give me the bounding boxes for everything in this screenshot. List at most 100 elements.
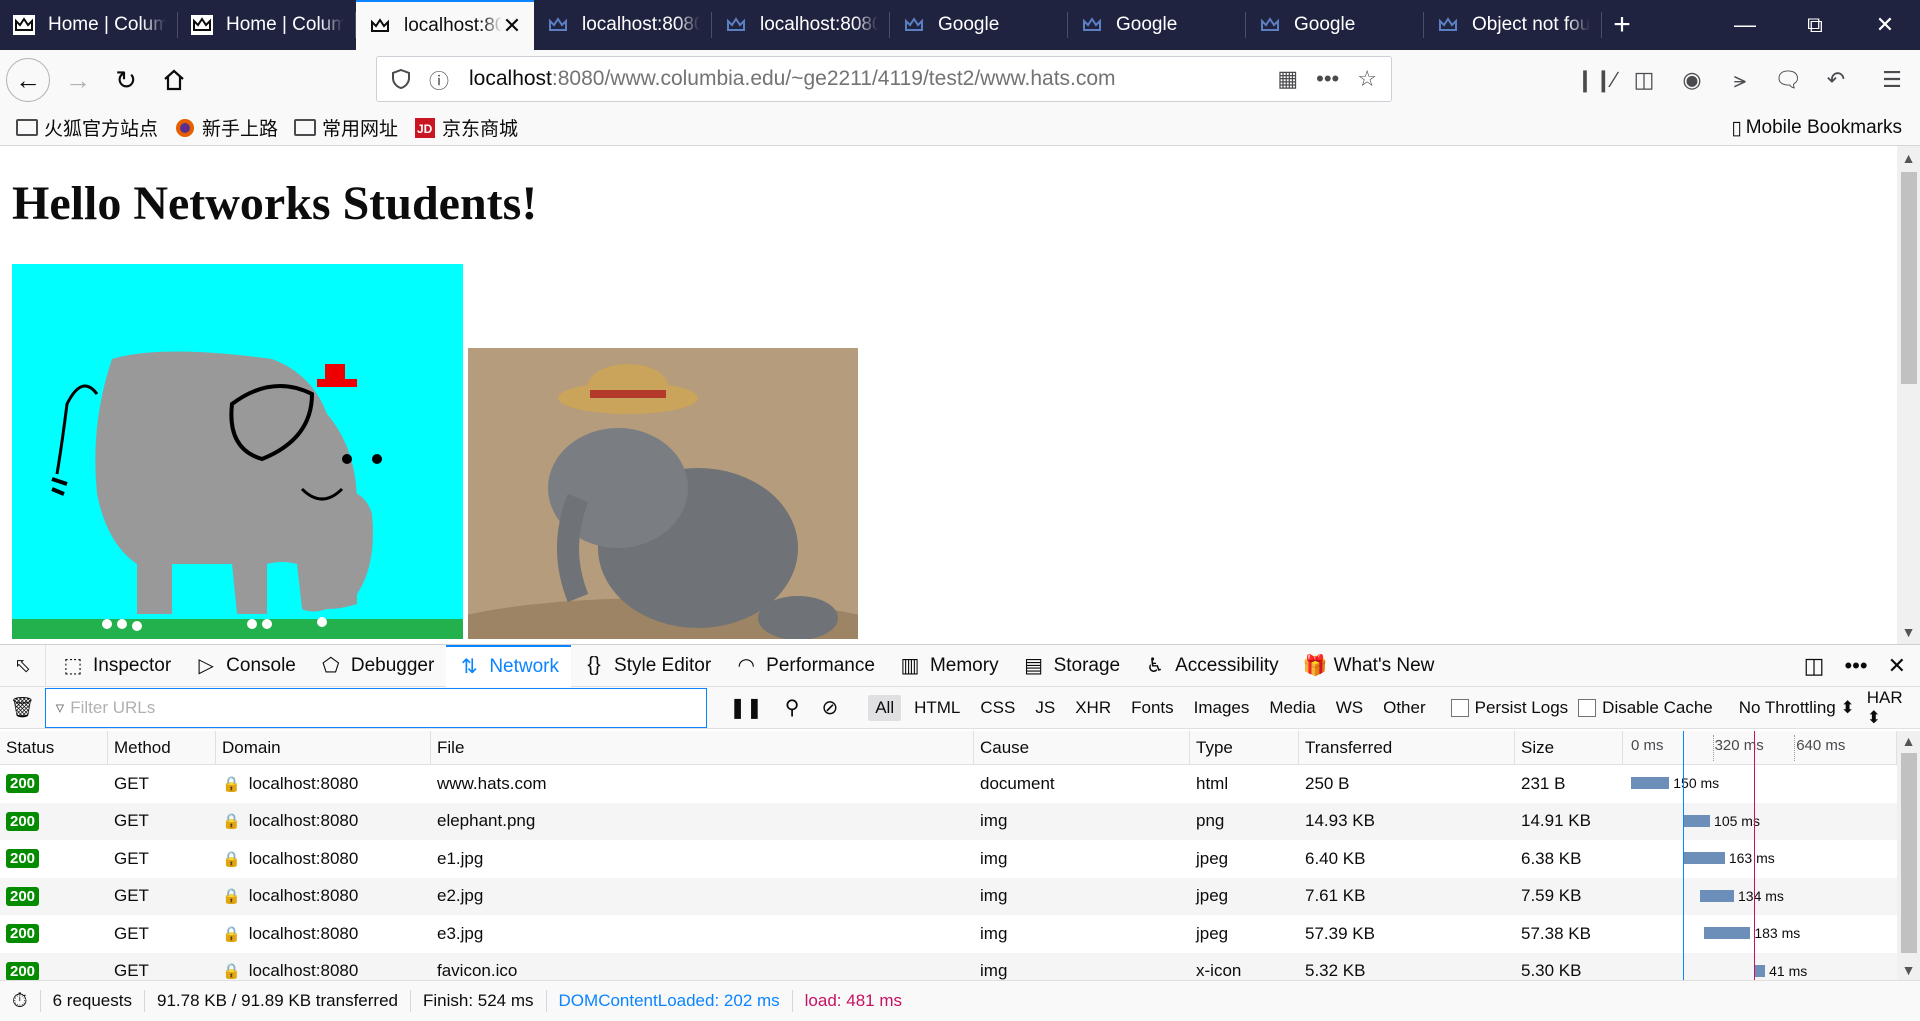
search-icon[interactable]: ⚲ [785, 695, 800, 720]
browser-tab[interactable]: Object not fou [1424, 0, 1602, 50]
page-actions-icon[interactable]: ••• [1316, 66, 1339, 92]
url-text[interactable]: localhost:8080/www.columbia.edu/~ge2211/… [469, 67, 1116, 91]
browser-tab[interactable]: localhost:8080 [534, 0, 712, 50]
scroll-down-icon[interactable]: ▼ [1897, 962, 1920, 978]
responsive-design-icon[interactable]: ◫ [1804, 653, 1825, 679]
table-row[interactable]: 200 GET 🔒 localhost:8080 www.hats.com documen… [0, 765, 1897, 803]
bookmark-item[interactable]: JD 京东商城 [414, 114, 518, 141]
devtools-tab[interactable]: ⇅ Network [446, 644, 572, 687]
devtools-tab[interactable]: ▤ Storage [1011, 645, 1133, 687]
waterfall-header[interactable]: 0 ms 320 ms 640 ms [1623, 731, 1897, 764]
scroll-down-icon[interactable]: ▼ [1897, 624, 1920, 640]
devtools-tab[interactable]: ⬚ Inspector [50, 645, 183, 687]
table-row[interactable]: 200 GET 🔒 localhost:8080 favicon.ico img x-ico… [0, 952, 1897, 980]
filter-type-button[interactable]: JS [1028, 695, 1062, 721]
browser-tab[interactable]: localhost:8080✕ [356, 0, 534, 50]
column-header[interactable]: File [431, 731, 974, 764]
new-tab-button[interactable]: + [1602, 0, 1642, 50]
performance-analysis-icon[interactable]: ⏱ [0, 990, 41, 1012]
inspector-icon: ⬚ [63, 655, 83, 677]
screenshot-icon[interactable]: ⪫ [1720, 60, 1760, 100]
scroll-up-icon[interactable]: ▲ [1897, 733, 1920, 749]
disable-cache-checkbox[interactable]: Disable Cache [1578, 698, 1713, 718]
tracking-protection-icon[interactable] [385, 69, 417, 89]
scroll-thumb[interactable] [1901, 753, 1917, 953]
browser-tab[interactable]: Google [890, 0, 1068, 50]
column-header[interactable]: Status [0, 731, 108, 764]
element-picker-icon[interactable]: ⬁ [0, 644, 46, 687]
url-bar[interactable]: ⓘ localhost:8080/www.columbia.edu/~ge221… [376, 56, 1392, 102]
scroll-up-icon[interactable]: ▲ [1897, 150, 1920, 166]
filter-type-button[interactable]: Images [1187, 695, 1257, 721]
column-header[interactable]: Transferred [1299, 731, 1515, 764]
pause-icon[interactable]: ❚❚ [729, 695, 763, 720]
filter-type-button[interactable]: Fonts [1124, 695, 1181, 721]
forward-button-icon[interactable]: → [58, 60, 98, 100]
bookmark-item[interactable]: 火狐官方站点 [16, 114, 158, 141]
throttling-select[interactable]: No Throttling ⬍ [1739, 698, 1855, 718]
clear-requests-icon[interactable]: 🗑 [0, 695, 45, 720]
account-icon[interactable]: ◉ [1672, 60, 1712, 100]
page-scrollbar[interactable]: ▲ ▼ [1897, 146, 1920, 644]
library-icon[interactable]: ❙❙∕ [1576, 60, 1617, 100]
bookmark-item[interactable]: 常用网址 [294, 114, 398, 141]
filter-type-button[interactable]: Media [1262, 695, 1322, 721]
scroll-thumb[interactable] [1901, 172, 1917, 384]
browser-tab[interactable]: localhost:8080 [712, 0, 890, 50]
filter-urls-input[interactable] [70, 697, 671, 718]
home-icon[interactable] [154, 60, 194, 100]
close-devtools-icon[interactable]: ✕ [1888, 653, 1906, 679]
window-controls: — ⧉ ✕ [1710, 0, 1920, 50]
chat-icon[interactable]: 🗨 [1768, 60, 1808, 100]
table-row[interactable]: 200 GET 🔒 localhost:8080 e3.jpg img jpeg 57.39 … [0, 915, 1897, 953]
browser-tab[interactable]: Google [1246, 0, 1424, 50]
reload-icon[interactable]: ↻ [106, 60, 146, 100]
requests-scrollbar[interactable]: ▲ ▼ [1897, 731, 1920, 980]
column-header[interactable]: Method [108, 731, 216, 764]
block-icon[interactable]: ⊘ [821, 695, 838, 720]
table-row[interactable]: 200 GET 🔒 localhost:8080 e1.jpg img jpeg 6.40 K… [0, 840, 1897, 878]
mobile-bookmarks[interactable]: ▯ Mobile Bookmarks [1731, 110, 1902, 146]
devtools-options-icon[interactable]: ••• [1844, 653, 1867, 679]
cell-status: 200 [0, 765, 108, 803]
browser-tab[interactable]: Home | Colum [0, 0, 178, 50]
filter-type-button[interactable]: HTML [907, 695, 967, 721]
qr-code-icon[interactable]: ▦ [1277, 66, 1298, 92]
minimize-icon[interactable]: — [1710, 0, 1780, 50]
back-button-icon[interactable]: ← [6, 58, 50, 102]
restore-icon[interactable]: ⧉ [1780, 0, 1850, 50]
devtools-tab[interactable]: 🎁 What's New [1291, 645, 1447, 687]
column-header[interactable]: Cause [974, 731, 1190, 764]
table-row[interactable]: 200 GET 🔒 localhost:8080 elephant.png img png 1… [0, 802, 1897, 840]
browser-tab[interactable]: Google [1068, 0, 1246, 50]
bookmark-star-icon[interactable]: ☆ [1357, 66, 1377, 92]
filter-type-button[interactable]: Other [1376, 695, 1433, 721]
close-tab-icon[interactable]: ✕ [502, 13, 522, 39]
filter-urls-field[interactable]: ▿ [44, 687, 708, 728]
persist-logs-checkbox[interactable]: Persist Logs [1450, 698, 1568, 718]
filter-type-button[interactable]: CSS [973, 695, 1022, 721]
devtools-tab[interactable]: {} Style Editor [571, 645, 723, 687]
filter-type-button[interactable]: WS [1329, 695, 1370, 721]
site-info-icon[interactable]: ⓘ [423, 65, 455, 94]
browser-tab[interactable]: Home | Colum [178, 0, 356, 50]
bookmark-item[interactable]: 新手上路 [174, 114, 278, 141]
menu-icon[interactable]: ☰ [1872, 60, 1912, 100]
devtools-tab[interactable]: ▷ Console [183, 645, 308, 687]
undo-icon[interactable]: ↶ [1816, 60, 1856, 100]
close-window-icon[interactable]: ✕ [1850, 0, 1920, 50]
devtools-tab[interactable]: ▥ Memory [887, 645, 1011, 687]
filter-type-button[interactable]: All [868, 694, 902, 721]
devtools-tab-label: Accessibility [1175, 654, 1279, 676]
column-header[interactable]: Type [1190, 731, 1299, 764]
devtools-tab[interactable]: ♿ Accessibility [1132, 645, 1290, 687]
devtools-tab[interactable]: ◠ Performance [723, 645, 887, 687]
har-menu[interactable]: HAR ⬍ [1867, 688, 1920, 728]
cell-method: GET [114, 886, 149, 906]
column-header[interactable]: Size [1515, 731, 1623, 764]
sidebar-icon[interactable]: ◫ [1624, 60, 1664, 100]
table-row[interactable]: 200 GET 🔒 localhost:8080 e2.jpg img jpeg 7.61 K… [0, 877, 1897, 915]
devtools-tab[interactable]: ⬠ Debugger [308, 645, 446, 687]
column-header[interactable]: Domain [216, 731, 431, 764]
filter-type-button[interactable]: XHR [1068, 695, 1118, 721]
